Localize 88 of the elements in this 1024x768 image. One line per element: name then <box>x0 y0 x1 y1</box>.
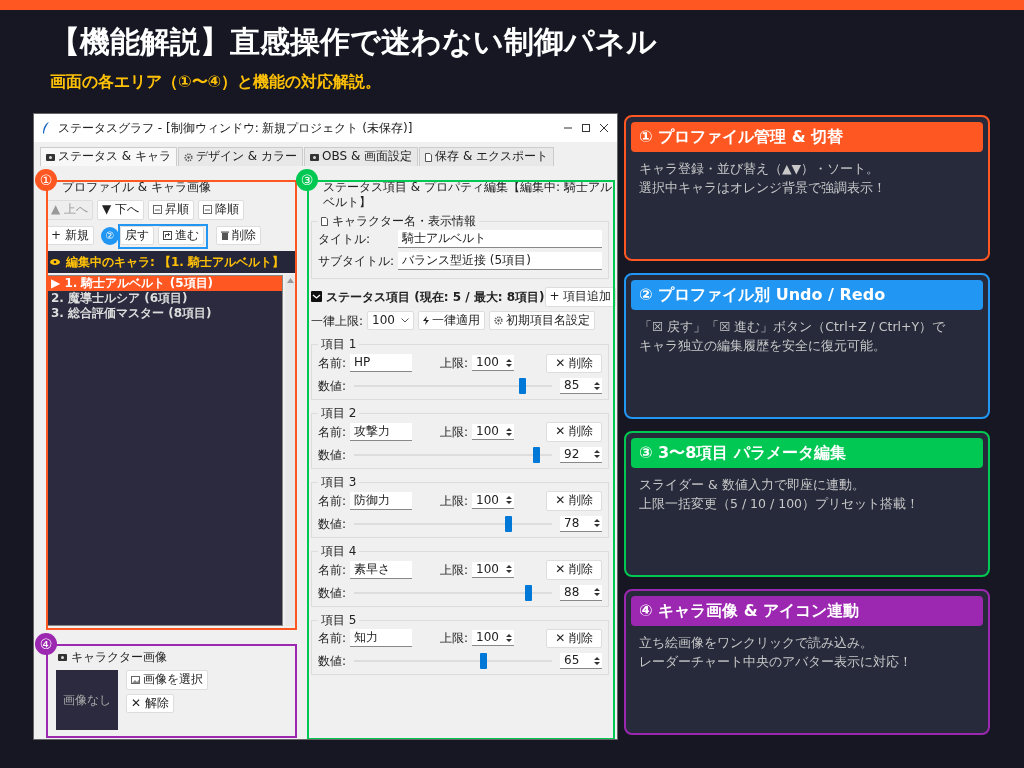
field-label: 名前: <box>318 424 347 442</box>
section-heading: ステータス項目 (現在: 5 / 最大: 8項目) <box>326 289 545 306</box>
callout-text: 「☒ 戻す」「☒ 進む」ボタン（Ctrl+Z / Ctrl+Y）で <box>638 318 947 337</box>
text-field[interactable]: 騎士アルベルト <box>398 230 602 249</box>
field-label: 名前: <box>318 561 347 579</box>
name-field[interactable]: 攻撃力 <box>350 423 413 442</box>
field-label: 数値: <box>318 515 347 533</box>
callout-text: キャラ独立の編集履歴を安全に復元可能。 <box>638 336 887 355</box>
field-label: 上限: <box>440 424 469 442</box>
toolbar-button[interactable]: 削除 <box>215 225 261 246</box>
list-item[interactable]: 2. 魔導士ルシア (6項目) <box>47 291 282 307</box>
field-label: 数値: <box>318 446 347 464</box>
callout-text: スライダー & 数値入力で即座に連動。 <box>638 476 866 495</box>
field-label: 上限: <box>440 630 469 648</box>
add-item-button[interactable]: + 項目追加 <box>544 287 617 307</box>
name-field[interactable]: 知力 <box>350 629 413 648</box>
number-badge: ③ <box>296 169 318 191</box>
spin-box[interactable]: 85 <box>560 378 602 395</box>
field-label: 名前: <box>318 492 347 510</box>
toolbar-button[interactable]: 昇順 <box>148 200 195 220</box>
group-title: 項目 5 <box>320 613 358 627</box>
apply-button[interactable]: 一律適用 <box>417 310 485 331</box>
name-field[interactable]: 防御力 <box>350 491 413 510</box>
spin-box[interactable]: 100 <box>472 355 515 372</box>
field-label: 上限: <box>440 492 469 510</box>
tab[interactable]: OBS & 画面設定 <box>304 147 419 166</box>
field-label: 上限: <box>440 561 469 579</box>
slide-title: 【機能解説】直感操作で迷わない制御パネル <box>50 24 658 60</box>
field-label: タイトル: <box>318 231 372 249</box>
callout-title: ③ 3〜8項目 パラメータ編集 <box>631 438 983 469</box>
field-label: 数値: <box>318 584 347 602</box>
field-label: 名前: <box>318 355 347 373</box>
field-label: 名前: <box>318 630 347 648</box>
group-title: キャラクター画像 <box>71 649 167 666</box>
tab[interactable]: 保存 & エクスポート <box>419 147 555 166</box>
spin-box[interactable]: 100 <box>472 561 515 578</box>
callout-title: ④ キャラ画像 & アイコン連動 <box>631 596 983 627</box>
group-title: 項目 2 <box>320 407 358 421</box>
toolbar-button[interactable]: ▼ 下へ <box>97 200 145 220</box>
slide-subtitle: 画面の各エリア（①〜④）と機能の対応解説。 <box>50 71 383 93</box>
field-label: 数値: <box>318 378 347 396</box>
spin-box[interactable]: 100 <box>472 424 515 441</box>
group-title: 項目 3 <box>320 475 358 490</box>
callout-title: ② プロファイル別 Undo / Redo <box>631 280 983 311</box>
spin-box[interactable]: 92 <box>560 446 602 463</box>
group-title: 項目 4 <box>320 544 358 558</box>
name-field[interactable]: HP <box>350 354 413 373</box>
group-title: キャラクター名・表示情報 <box>332 215 476 229</box>
empty-label: 画像なし <box>63 692 111 709</box>
number-badge: ② <box>100 227 119 246</box>
dropdown[interactable]: 100 <box>367 310 414 331</box>
delete-button[interactable]: ✕ 削除 <box>546 491 602 511</box>
list-item[interactable]: 3. 総合評価マスター (8項目) <box>47 306 282 322</box>
text-field[interactable]: バランス型近接 (5項目) <box>398 252 602 271</box>
delete-button[interactable]: ✕ 削除 <box>546 559 602 580</box>
toolbar-button[interactable]: 降順 <box>198 200 245 220</box>
delete-button[interactable]: ✕ 削除 <box>546 628 602 649</box>
callout-text: 選択中キャラはオレンジ背景で強調表示！ <box>638 178 887 197</box>
spin-box[interactable]: 88 <box>560 584 602 601</box>
spin-box[interactable]: 78 <box>560 515 602 532</box>
number-badge: ① <box>35 169 57 191</box>
field-label: 上限: <box>440 355 469 373</box>
banner-text: 編集中のキャラ: 【1. 騎士アルベルト】 <box>66 254 285 272</box>
tab[interactable]: ステータス & キャラ <box>40 147 177 166</box>
clear-button[interactable]: ✕ 解除 <box>126 693 174 714</box>
window-title: ステータスグラフ - [制御ウィンドウ: 新規プロジェクト (未保存)] <box>58 120 414 137</box>
delete-button[interactable]: ✕ 削除 <box>546 353 602 374</box>
callout-text: 上限一括変更（5 / 10 / 100）プリセット搭載！ <box>638 494 921 513</box>
spin-box[interactable]: 100 <box>472 492 515 509</box>
spin-box[interactable]: 100 <box>472 630 515 647</box>
callout-title: ① プロファイル管理 & 切替 <box>631 122 983 153</box>
toolbar-button[interactable]: 進む <box>157 225 204 246</box>
toolbar-button[interactable]: + 新規 <box>46 225 94 246</box>
field-label: サブタイトル: <box>318 253 396 271</box>
field-label: 数値: <box>318 653 347 671</box>
name-field[interactable]: 素早さ <box>350 560 413 579</box>
callout-text: キャラ登録・並び替え（▲▼）・ソート。 <box>638 160 881 179</box>
number-badge: ④ <box>35 633 57 655</box>
tab[interactable]: デザイン & カラー <box>178 147 303 166</box>
delete-button[interactable]: ✕ 削除 <box>546 422 602 442</box>
callout-text: レーダーチャート中央のアバター表示に対応！ <box>638 652 913 671</box>
group-title: 項目 1 <box>320 338 358 352</box>
spin-box[interactable]: 65 <box>560 653 602 670</box>
select-image-button[interactable]: 画像を選択 <box>126 670 208 690</box>
defaults-button[interactable]: 初期項目名設定 <box>488 310 595 331</box>
callout-text: 立ち絵画像をワンクリックで読み込み。 <box>638 634 874 653</box>
group-title: プロファイル & キャラ画像 <box>62 180 212 195</box>
field-label: 一律上限: <box>311 312 364 330</box>
